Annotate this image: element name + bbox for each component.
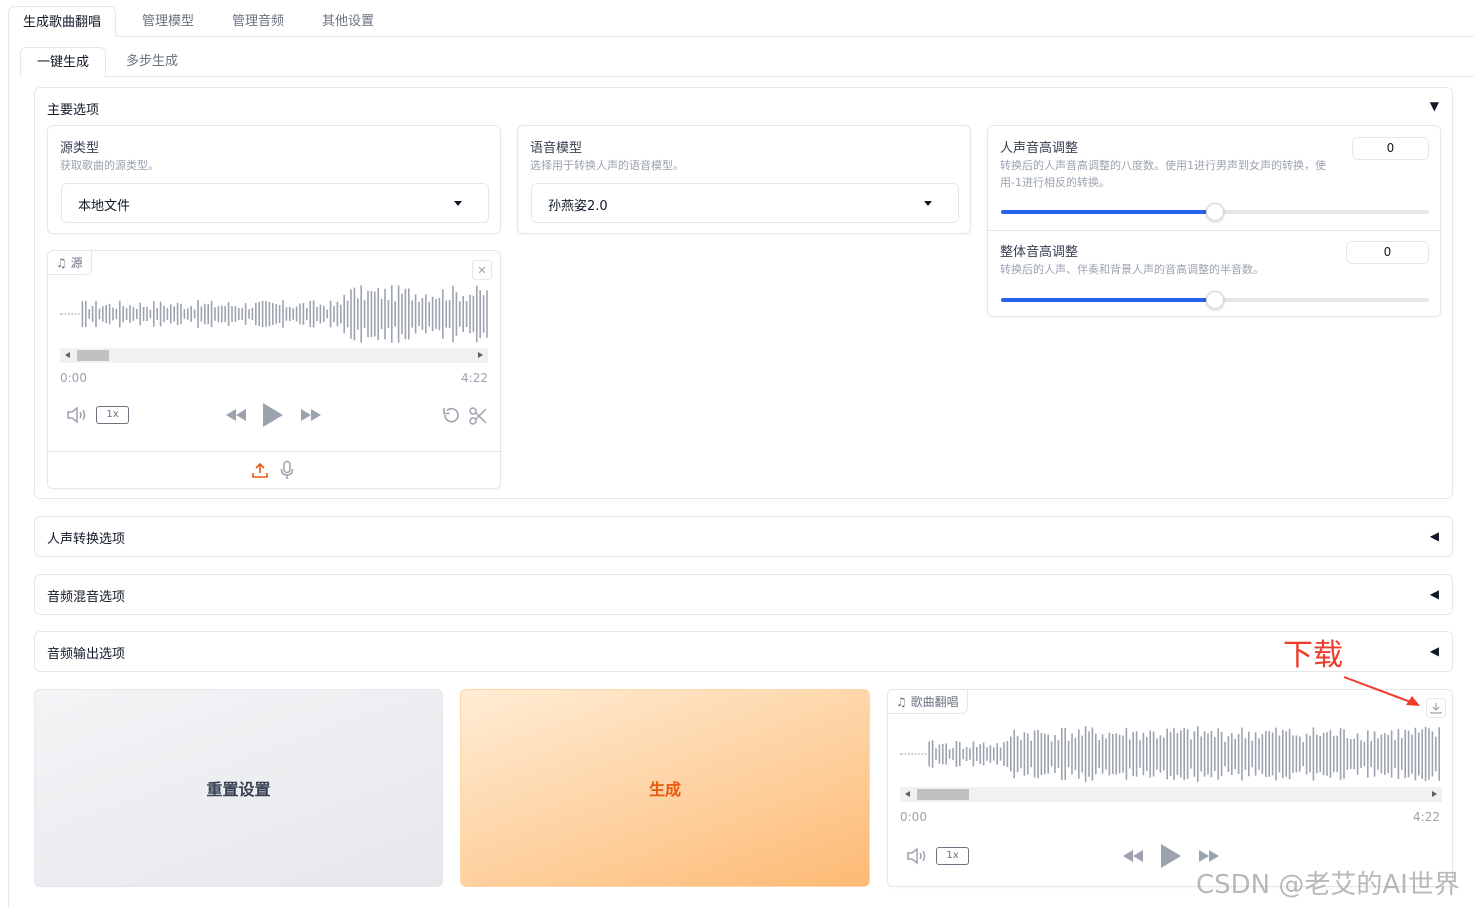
scroll-right-arrow-icon[interactable] bbox=[478, 352, 483, 358]
generate-button[interactable]: 生成 bbox=[460, 689, 870, 887]
scroll-left-arrow-icon[interactable] bbox=[65, 352, 70, 358]
clear-close-icon[interactable]: ✕ bbox=[472, 260, 492, 280]
scroll-left-arrow-icon[interactable] bbox=[905, 791, 910, 797]
dropdown-caret-icon bbox=[454, 201, 462, 206]
music-note-icon: ♫ bbox=[56, 256, 67, 270]
pitch-settings-card: 人声音高调整 0 转换后的人声音高调整的八度数。使用1进行男声到女声的转换，使用… bbox=[987, 125, 1441, 317]
volume-icon[interactable] bbox=[66, 406, 88, 424]
vocal-pitch-label: 人声音高调整 bbox=[1000, 141, 1079, 156]
vocal-pitch-slider[interactable] bbox=[1001, 203, 1429, 221]
download-annotation-label: 下载 bbox=[1283, 638, 1343, 673]
overall-pitch-slider[interactable] bbox=[1001, 291, 1429, 309]
audio-output-section[interactable]: 音频输出选项 ◀ bbox=[34, 631, 1453, 672]
tab-one-click[interactable]: 一键生成 bbox=[20, 47, 107, 77]
output-audio-tag: ♫ 歌曲翻唱 bbox=[888, 690, 968, 714]
output-audio-card: ♫ 歌曲翻唱 0:00 4:22 1x bbox=[887, 689, 1453, 887]
rewind-icon[interactable] bbox=[224, 407, 248, 423]
audio-mixing-section[interactable]: 音频混音选项 ◀ bbox=[34, 574, 1453, 615]
volume-icon[interactable] bbox=[906, 847, 928, 865]
source-type-card: 源类型 获取歌曲的源类型。 本地文件 bbox=[47, 125, 501, 234]
voice-conversion-title: 人声转换选项 bbox=[47, 532, 126, 547]
output-waveform[interactable] bbox=[900, 726, 1442, 782]
audio-mixing-title: 音频混音选项 bbox=[47, 590, 126, 605]
main-options-title: 主要选项 bbox=[47, 103, 100, 118]
output-time-end: 4:22 bbox=[1413, 810, 1440, 824]
source-waveform-scrollbar[interactable] bbox=[60, 348, 488, 363]
overall-pitch-input[interactable]: 0 bbox=[1346, 241, 1429, 264]
playback-speed-button[interactable]: 1x bbox=[96, 406, 129, 424]
voice-model-value: 孙燕姿2.0 bbox=[548, 199, 608, 214]
vocal-pitch-slider-fill bbox=[1001, 210, 1215, 214]
voice-model-description: 选择用于转换人声的语音模型。 bbox=[530, 159, 684, 172]
overall-pitch-label: 整体音高调整 bbox=[1000, 245, 1079, 260]
source-time-end: 4:22 bbox=[461, 371, 488, 385]
playback-speed-button[interactable]: 1x bbox=[936, 847, 969, 865]
tab-other-settings[interactable]: 其他设置 bbox=[308, 6, 388, 37]
source-audio-tag-label: 源 bbox=[70, 256, 83, 270]
vocal-pitch-input[interactable]: 0 bbox=[1352, 137, 1429, 160]
expand-arrow-icon[interactable]: ◀ bbox=[1430, 587, 1439, 601]
dropdown-caret-icon bbox=[924, 201, 932, 206]
fast-forward-icon[interactable] bbox=[299, 407, 323, 423]
voice-model-card: 语音模型 选择用于转换人声的语音模型。 孙燕姿2.0 bbox=[517, 125, 971, 234]
reset-settings-button[interactable]: 重置设置 bbox=[34, 689, 443, 887]
annotation-arrow-icon bbox=[1343, 676, 1420, 706]
expand-arrow-icon[interactable]: ◀ bbox=[1430, 529, 1439, 543]
source-audio-card: ♫ 源 ✕ 0:00 4:22 1x bbox=[47, 250, 501, 489]
source-type-description: 获取歌曲的源类型。 bbox=[60, 159, 159, 172]
tab-manage-models[interactable]: 管理模型 bbox=[128, 6, 208, 37]
tab-multi-step[interactable]: 多步生成 bbox=[112, 47, 192, 77]
main-options-panel: 主要选项 ▼ 源类型 获取歌曲的源类型。 本地文件 语音模型 选择用于转换人声的… bbox=[34, 87, 1453, 499]
vocal-pitch-description: 转换后的人声音高调整的八度数。使用1进行男声到女声的转换，使用-1进行相反的转换… bbox=[1000, 159, 1326, 189]
voice-model-dropdown[interactable]: 孙燕姿2.0 bbox=[531, 183, 959, 223]
scissors-icon[interactable] bbox=[468, 406, 488, 426]
source-waveform[interactable] bbox=[60, 285, 490, 343]
tab-manage-audio[interactable]: 管理音频 bbox=[218, 6, 298, 37]
output-audio-tag-label: 歌曲翻唱 bbox=[910, 695, 959, 709]
fast-forward-icon[interactable] bbox=[1197, 848, 1221, 864]
output-time-start: 0:00 bbox=[900, 810, 927, 824]
top-tab-bar: 生成歌曲翻唱 管理模型 管理音频 其他设置 bbox=[8, 6, 1474, 37]
microphone-icon[interactable] bbox=[278, 460, 296, 480]
overall-pitch-description: 转换后的人声、伴奏和背景人声的音高调整的半音数。 bbox=[1000, 263, 1264, 276]
collapse-arrow-icon[interactable]: ▼ bbox=[1430, 99, 1439, 113]
overall-pitch-slider-thumb[interactable] bbox=[1206, 291, 1224, 309]
upload-icon[interactable] bbox=[251, 461, 269, 479]
scroll-right-arrow-icon[interactable] bbox=[1432, 791, 1437, 797]
source-type-value: 本地文件 bbox=[78, 199, 131, 214]
source-time-start: 0:00 bbox=[60, 371, 87, 385]
source-type-label: 源类型 bbox=[60, 141, 100, 156]
play-icon[interactable] bbox=[260, 402, 284, 428]
scroll-thumb[interactable] bbox=[77, 350, 109, 361]
overall-pitch-slider-fill bbox=[1001, 298, 1215, 302]
voice-model-label: 语音模型 bbox=[530, 141, 583, 156]
vocal-pitch-slider-thumb[interactable] bbox=[1206, 203, 1224, 221]
sub-tab-bar: 一键生成 多步生成 bbox=[20, 47, 1474, 77]
expand-arrow-icon[interactable]: ◀ bbox=[1430, 644, 1439, 658]
undo-icon[interactable] bbox=[441, 406, 461, 426]
output-waveform-scrollbar[interactable] bbox=[900, 787, 1442, 802]
divider bbox=[988, 230, 1440, 231]
rewind-icon[interactable] bbox=[1121, 848, 1145, 864]
divider bbox=[48, 451, 500, 452]
source-audio-tag: ♫ 源 bbox=[48, 251, 92, 275]
source-type-dropdown[interactable]: 本地文件 bbox=[61, 183, 489, 223]
tab-generate-cover[interactable]: 生成歌曲翻唱 bbox=[8, 6, 117, 37]
scroll-thumb[interactable] bbox=[917, 789, 969, 800]
audio-output-title: 音频输出选项 bbox=[47, 647, 126, 662]
music-note-icon: ♫ bbox=[896, 695, 907, 709]
voice-conversion-section[interactable]: 人声转换选项 ◀ bbox=[34, 516, 1453, 557]
watermark: CSDN @老艾的AI世界 bbox=[1196, 870, 1460, 900]
play-icon[interactable] bbox=[1158, 843, 1182, 869]
